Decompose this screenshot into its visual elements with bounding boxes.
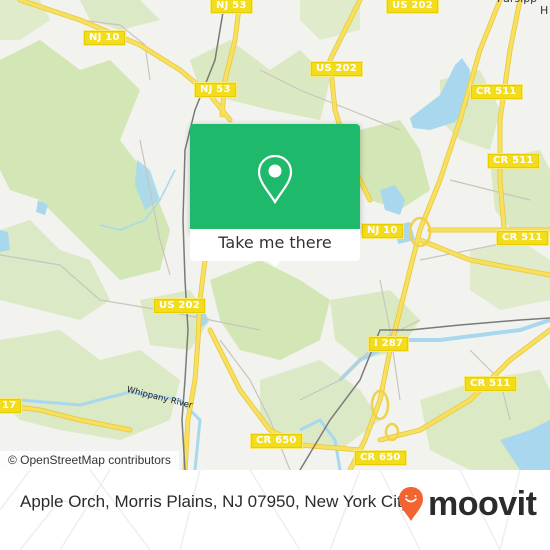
location-address: Apple Orch, Morris Plains, NJ 07950, New… bbox=[20, 492, 411, 511]
place-label-parsippany: Parsipp bbox=[497, 0, 537, 5]
location-popup: Take me there bbox=[190, 124, 360, 267]
footer-bar: Apple Orch, Morris Plains, NJ 07950, New… bbox=[0, 470, 550, 550]
road-shield-route17: 17 bbox=[0, 398, 23, 414]
road-shield-cr511-north: CR 511 bbox=[470, 84, 523, 100]
road-shield-nj53-top: NJ 53 bbox=[210, 0, 253, 14]
road-shield-cr511-east1: CR 511 bbox=[487, 153, 540, 169]
map-view[interactable]: NJ 53 US 202 NJ 10 NJ 53 US 202 CR 511 C… bbox=[0, 0, 550, 470]
road-shield-cr511-east2: CR 511 bbox=[496, 230, 549, 246]
road-shield-nj10-west: NJ 10 bbox=[83, 30, 126, 46]
road-shield-cr650-west: CR 650 bbox=[250, 433, 303, 449]
moovit-wordmark: moovit bbox=[428, 485, 537, 523]
moovit-pin-icon bbox=[399, 487, 423, 521]
map-attribution[interactable]: © OpenStreetMap contributors bbox=[0, 451, 179, 470]
road-shield-i287: I 287 bbox=[368, 336, 410, 352]
map-pin-icon bbox=[257, 154, 293, 204]
road-shield-us202-north: US 202 bbox=[310, 61, 363, 77]
road-shield-us202-south: US 202 bbox=[153, 298, 206, 314]
moovit-logo[interactable]: moovit bbox=[398, 482, 538, 532]
popup-pointer bbox=[267, 259, 283, 267]
road-shield-us202-top: US 202 bbox=[386, 0, 439, 14]
popup-header bbox=[190, 124, 360, 229]
road-shield-nj53-mid: NJ 53 bbox=[194, 82, 237, 98]
take-me-there-button[interactable]: Take me there bbox=[190, 229, 360, 261]
road-shield-cr511-south: CR 511 bbox=[464, 376, 517, 392]
road-shield-nj10-east: NJ 10 bbox=[361, 223, 404, 239]
place-label-parsippany-line2: H bbox=[540, 4, 549, 17]
road-shield-cr650-east: CR 650 bbox=[354, 450, 407, 466]
